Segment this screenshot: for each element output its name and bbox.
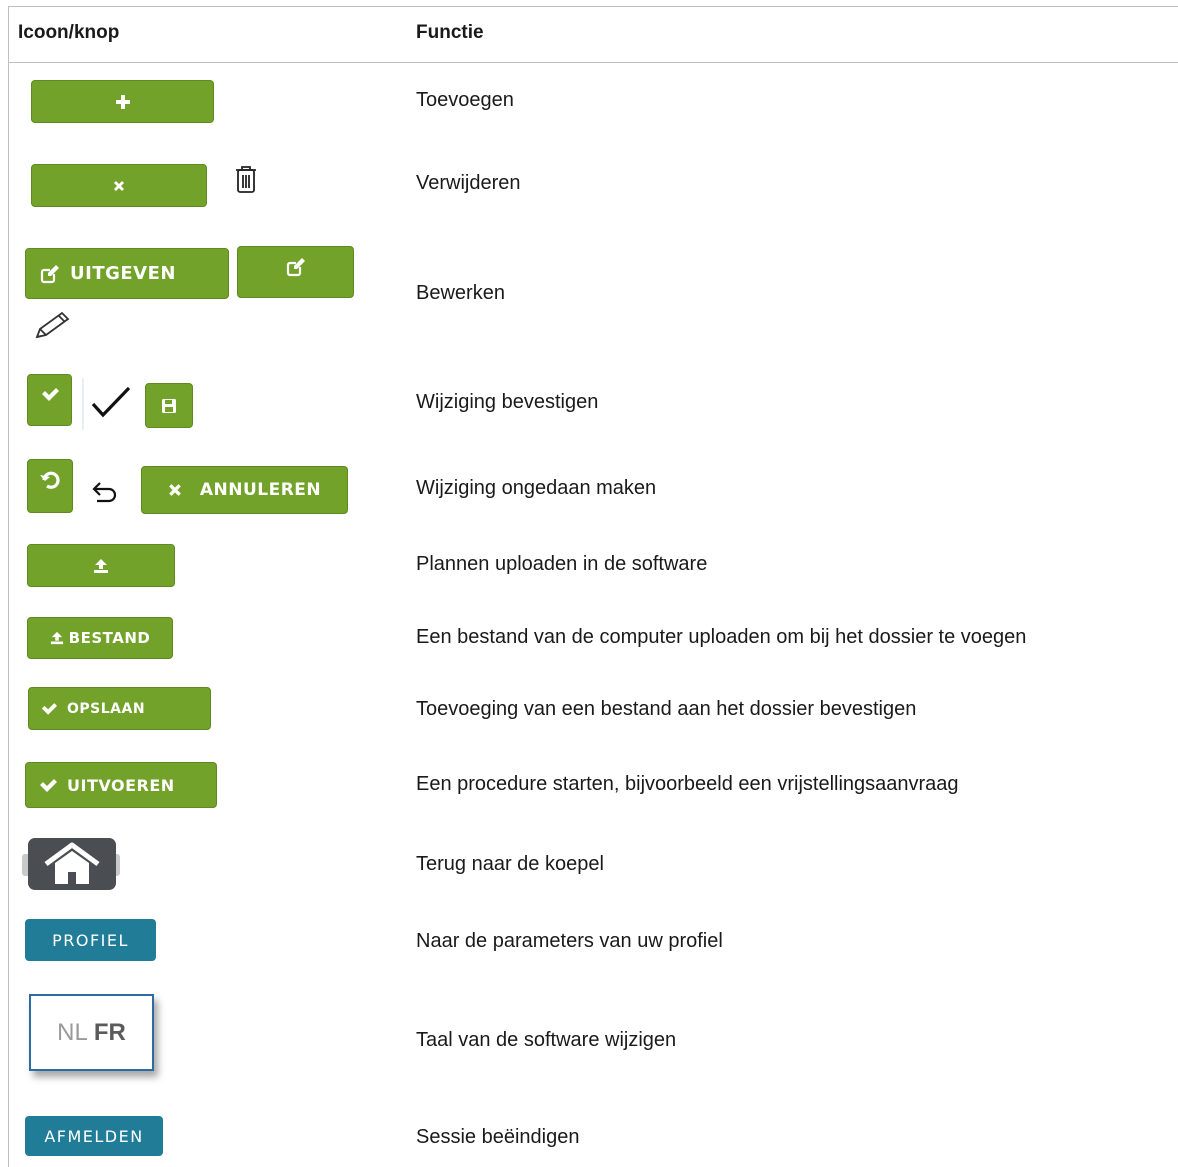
- function-text: Bewerken: [416, 282, 505, 304]
- check-icon[interactable]: [90, 384, 132, 420]
- function-text: Een bestand van de computer uploaden om …: [416, 626, 1027, 648]
- language-fr[interactable]: FR: [94, 1019, 126, 1047]
- file-upload-button[interactable]: BESTAND: [27, 617, 173, 659]
- header-icon-column: Icoon/knop: [18, 22, 120, 43]
- profile-button-label: PROFIEL: [52, 930, 129, 950]
- function-text: Verwijderen: [416, 172, 521, 194]
- language-nl[interactable]: NL: [57, 1019, 88, 1047]
- undo-icon: [40, 471, 60, 489]
- undo-button[interactable]: [27, 459, 73, 513]
- times-icon: [114, 180, 124, 191]
- check-icon: [41, 388, 59, 401]
- save-file-button[interactable]: OPSLAAN: [28, 687, 211, 730]
- logout-button[interactable]: AFMELDEN: [25, 1116, 163, 1156]
- pencil-icon[interactable]: [32, 310, 74, 342]
- edit-button-label: UITGEVEN: [70, 263, 176, 284]
- divider: [82, 378, 84, 430]
- plus-icon: [115, 94, 130, 109]
- save-button[interactable]: [145, 383, 193, 428]
- function-text: Toevoeging van een bestand aan het dossi…: [416, 698, 917, 720]
- function-text: Wijziging bevestigen: [416, 391, 599, 413]
- function-text: Toevoegen: [416, 89, 514, 111]
- header-function-column: Functie: [416, 22, 484, 43]
- confirm-button[interactable]: [27, 374, 72, 426]
- upload-plans-button[interactable]: [27, 544, 175, 587]
- header-divider: [8, 62, 1178, 63]
- edit-icon-button[interactable]: [237, 246, 354, 298]
- function-text: Plannen uploaden in de software: [416, 553, 708, 575]
- cancel-button[interactable]: ANNULEREN: [141, 466, 348, 514]
- edit-icon: [286, 258, 305, 277]
- function-text: Terug naar de koepel: [416, 853, 604, 875]
- execute-button[interactable]: UITVOEREN: [25, 762, 217, 808]
- language-switch: NL FR: [29, 994, 154, 1071]
- upload-icon: [94, 558, 108, 573]
- function-text: Naar de parameters van uw profiel: [416, 930, 723, 952]
- check-icon: [41, 703, 57, 715]
- save-button-label: OPSLAAN: [67, 700, 146, 717]
- function-text: Een procedure starten, bijvoorbeeld een …: [416, 773, 959, 795]
- check-icon: [40, 779, 57, 792]
- edit-button[interactable]: UITGEVEN: [25, 248, 229, 299]
- logout-button-label: AFMELDEN: [44, 1126, 144, 1146]
- function-text: Wijziging ongedaan maken: [416, 477, 657, 499]
- undo-icon[interactable]: [89, 480, 121, 506]
- delete-button[interactable]: [31, 164, 207, 207]
- home-icon: [44, 842, 100, 884]
- profile-button[interactable]: PROFIEL: [25, 919, 156, 961]
- save-icon: [162, 398, 176, 413]
- home-button[interactable]: [28, 838, 116, 890]
- edit-icon: [40, 264, 59, 283]
- upload-icon: [50, 631, 63, 645]
- function-text: Taal van de software wijzigen: [416, 1029, 677, 1051]
- trash-icon[interactable]: [233, 164, 259, 194]
- file-button-label: BESTAND: [68, 629, 151, 647]
- function-text: Sessie beëindigen: [416, 1126, 580, 1148]
- cancel-button-label: ANNULEREN: [199, 480, 322, 500]
- times-icon: [169, 484, 181, 496]
- execute-button-label: UITVOEREN: [67, 775, 175, 795]
- add-button[interactable]: [31, 80, 214, 123]
